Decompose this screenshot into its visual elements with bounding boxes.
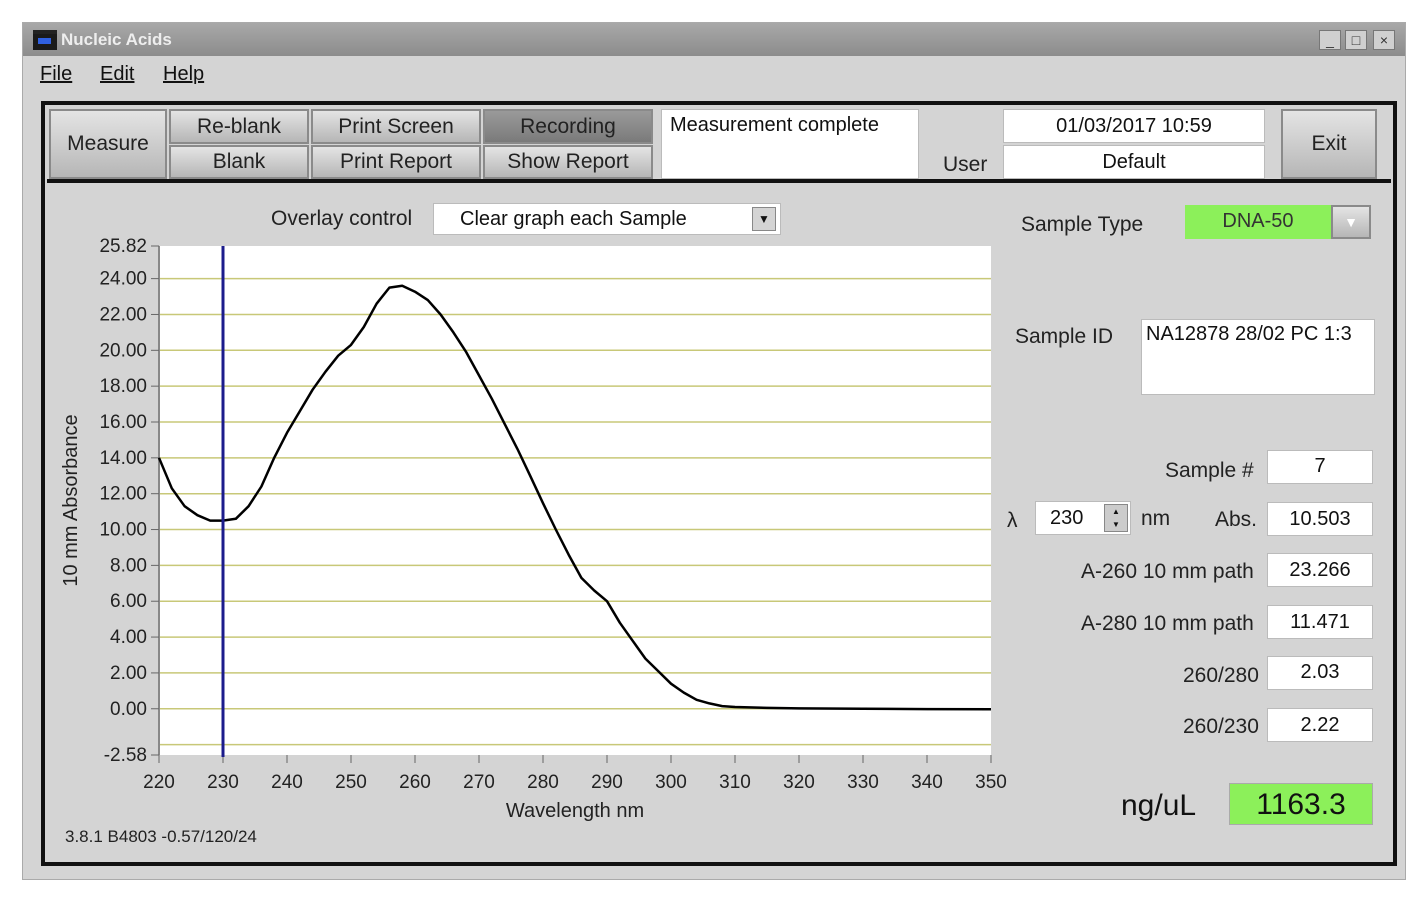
y-tick-label: 0.00 (110, 699, 147, 720)
y-tick-label: 25.82 (99, 236, 147, 257)
datetime-display: 01/03/2017 10:59 (1003, 109, 1265, 143)
title-bar: Nucleic Acids _ □ × (23, 23, 1405, 56)
status-message: Measurement complete (661, 109, 919, 179)
ratio-260-230-label: 260/230 (1183, 715, 1259, 738)
a260-value: 23.266 (1267, 553, 1373, 587)
y-tick-label: 10.00 (99, 520, 147, 541)
print-screen-button[interactable]: Print Screen (311, 109, 481, 144)
sample-type-value[interactable]: DNA-50 (1185, 205, 1331, 239)
x-tick-label: 260 (399, 772, 431, 793)
stepper-icon[interactable]: ▲ ▼ (1104, 504, 1128, 532)
overlay-control-value: Clear graph each Sample (460, 208, 687, 230)
close-button[interactable]: × (1373, 30, 1395, 50)
y-tick-label: 18.00 (99, 376, 147, 397)
y-axis-label: 10 mm Absorbance (60, 414, 82, 586)
a260-label: A-260 10 mm path (1081, 560, 1254, 583)
menu-help[interactable]: Help (163, 58, 204, 91)
sample-id-input[interactable]: NA12878 28/02 PC 1:3 (1141, 319, 1375, 395)
x-tick-label: 330 (847, 772, 879, 793)
main-panel: Measure Re-blank Blank Print Screen Prin… (41, 101, 1397, 866)
sample-type-dropdown-icon[interactable]: ▼ (1331, 205, 1371, 239)
lambda-unit: nm (1141, 507, 1171, 530)
measure-button[interactable]: Measure (49, 109, 167, 179)
concentration-value: 1163.3 (1229, 783, 1373, 825)
y-tick-label: 20.00 (99, 340, 147, 361)
lambda-symbol: λ (1007, 509, 1018, 532)
x-tick-label: 250 (335, 772, 367, 793)
x-tick-label: 230 (207, 772, 239, 793)
window-title: Nucleic Acids (61, 30, 172, 49)
absorbance-chart: 25.82 24.00 22.00 20.00 18.00 16.00 14.00 12.00… (60, 236, 1007, 822)
y-tick-label: 14.00 (99, 448, 147, 469)
sample-id-label: Sample ID (1015, 325, 1114, 348)
overlay-control-select[interactable]: Clear graph each Sample ▼ (433, 203, 781, 235)
plot-area (159, 246, 991, 755)
y-tick-label: 22.00 (99, 304, 147, 325)
a280-label: A-280 10 mm path (1081, 612, 1254, 635)
abs-label: Abs. (1215, 508, 1258, 531)
minimize-button[interactable]: _ (1319, 30, 1341, 50)
x-tick-label: 300 (655, 772, 687, 793)
menu-file[interactable]: File (40, 58, 72, 91)
y-tick-label: 2.00 (110, 663, 147, 684)
version-text: 3.8.1 B4803 -0.57/120/24 (65, 827, 257, 846)
lambda-value: 230 (1050, 507, 1084, 529)
menu-bar: File Edit Help (23, 58, 1405, 91)
reblank-button[interactable]: Re-blank (169, 109, 309, 144)
blank-button[interactable]: Blank (169, 145, 309, 179)
y-tick-label: 4.00 (110, 627, 147, 648)
menu-edit[interactable]: Edit (100, 58, 134, 91)
x-tick-label: 290 (591, 772, 623, 793)
y-tick-label: 8.00 (110, 555, 147, 576)
x-tick-label: 320 (783, 772, 815, 793)
concentration-unit: ng/uL (1121, 789, 1197, 822)
app-window: Nucleic Acids _ □ × File Edit Help Measu… (22, 22, 1406, 880)
a280-value: 11.471 (1267, 605, 1373, 639)
print-report-button[interactable]: Print Report (311, 145, 481, 179)
ratio-260-280-value: 2.03 (1267, 656, 1373, 690)
toolbar: Measure Re-blank Blank Print Screen Prin… (47, 107, 1391, 183)
user-label: User (943, 153, 988, 176)
y-tick-label: -2.58 (104, 745, 147, 766)
recording-button[interactable]: Recording (483, 109, 653, 144)
x-tick-label: 220 (143, 772, 175, 793)
y-tick-label: 16.00 (99, 412, 147, 433)
show-report-button[interactable]: Show Report (483, 145, 653, 179)
x-tick-label: 240 (271, 772, 303, 793)
x-tick-label: 280 (527, 772, 559, 793)
x-axis-label: Wavelength nm (506, 800, 644, 822)
app-icon (33, 30, 57, 50)
ratio-260-230-value: 2.22 (1267, 708, 1373, 742)
overlay-control-label: Overlay control (271, 207, 413, 230)
user-display: Default (1003, 145, 1265, 179)
x-tick-label: 270 (463, 772, 495, 793)
exit-button[interactable]: Exit (1281, 109, 1377, 179)
maximize-button[interactable]: □ (1345, 30, 1367, 50)
sample-type-label: Sample Type (1021, 213, 1144, 236)
abs-value: 10.503 (1267, 502, 1373, 536)
x-tick-label: 340 (911, 772, 943, 793)
lambda-input[interactable]: 230 ▲ ▼ (1035, 501, 1131, 535)
y-tick-label: 24.00 (99, 269, 147, 290)
sample-number-value: 7 (1267, 450, 1373, 484)
ratio-260-280-label: 260/280 (1183, 664, 1259, 687)
chevron-down-icon[interactable]: ▼ (752, 207, 776, 231)
sample-number-label: Sample # (1165, 459, 1254, 482)
x-tick-label: 350 (975, 772, 1007, 793)
y-tick-label: 6.00 (110, 591, 147, 612)
x-tick-label: 310 (719, 772, 751, 793)
y-tick-label: 12.00 (99, 484, 147, 505)
